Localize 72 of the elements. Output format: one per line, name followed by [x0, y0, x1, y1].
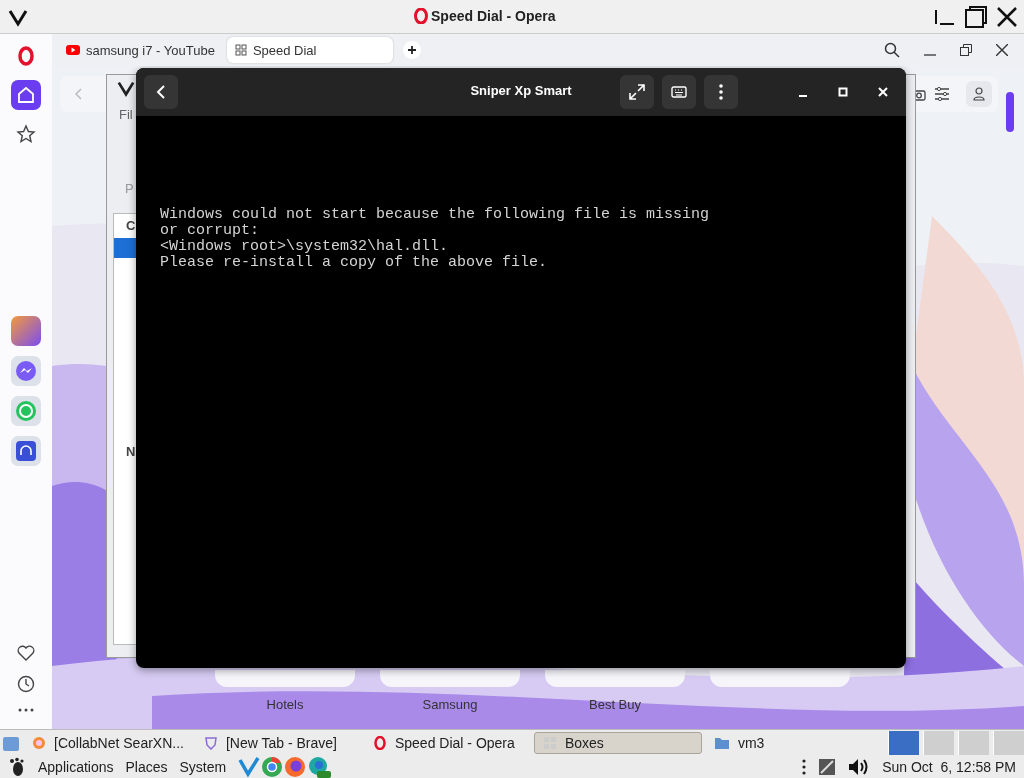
window-title: Sniper Xp Smart	[470, 83, 572, 98]
speed-dial-label[interactable]: Samsung	[422, 697, 478, 712]
firefox-icon[interactable]	[284, 756, 307, 778]
opera-logo-icon[interactable]	[17, 46, 35, 66]
console-text: Windows could not start because the following file is missing	[160, 207, 710, 223]
keyboard-button[interactable]	[662, 75, 696, 109]
close-icon[interactable]	[996, 5, 1018, 28]
plus-icon	[406, 45, 417, 55]
home-icon	[17, 86, 35, 104]
back-icon	[74, 88, 82, 100]
console-text: or corrupt:	[160, 223, 260, 239]
back-button[interactable]	[144, 75, 178, 109]
taskbar-item[interactable]: [CollabNet SearXN...	[24, 731, 192, 754]
play-icon	[66, 45, 80, 55]
more-icon[interactable]	[17, 707, 35, 713]
menu-item[interactable]: Fil	[119, 107, 133, 122]
fullscreen-button[interactable]	[620, 75, 654, 109]
messenger-icon[interactable]	[11, 356, 41, 386]
speed-dial-label[interactable]: Best Buy	[589, 697, 641, 712]
person-icon	[973, 87, 985, 101]
console-text: Please re-install a copy of the above file.	[160, 255, 548, 271]
taskbar-item[interactable]: Speed Dial - Opera	[364, 731, 530, 754]
list-header: C	[126, 218, 136, 233]
network-icon[interactable]	[818, 758, 837, 776]
profile-button[interactable]	[966, 81, 992, 107]
speed-dial-label[interactable]: Hotels	[266, 697, 304, 712]
maximize-icon[interactable]	[838, 87, 848, 97]
close-icon[interactable]	[996, 44, 1008, 56]
panel-menu[interactable]: Places	[125, 759, 168, 775]
panel-menu[interactable]: System	[179, 759, 227, 775]
v-logo-icon	[117, 79, 135, 97]
fullscreen-icon	[629, 84, 645, 100]
speed-dial-tile[interactable]	[545, 670, 685, 687]
gnome-foot-icon[interactable]	[8, 757, 26, 777]
speed-dial-tile[interactable]	[215, 670, 355, 687]
menu-button[interactable]	[704, 75, 738, 109]
window-title: Speed Dial - Opera	[431, 8, 556, 24]
panel-menu[interactable]: Applications	[38, 759, 114, 775]
workspace-button[interactable]	[888, 730, 919, 755]
panel-clock[interactable]: Sun Oct 6, 12:58 PM	[882, 759, 1016, 775]
opera-logo-icon	[372, 735, 387, 750]
keyboard-icon	[671, 86, 687, 98]
new-tab-button[interactable]	[402, 41, 421, 59]
chrome-icon[interactable]	[261, 756, 284, 778]
shield-icon	[203, 735, 218, 750]
more-icon[interactable]	[802, 759, 807, 775]
search-icon[interactable]	[884, 42, 900, 58]
browser-tab[interactable]: Speed Dial	[226, 37, 393, 63]
star-icon[interactable]	[16, 124, 36, 144]
firefox-icon	[32, 735, 46, 750]
speed-dial-tile[interactable]	[380, 670, 520, 687]
console-text: <Windows root>\system32\hal.dll.	[160, 239, 449, 255]
opera-logo-icon	[414, 8, 428, 24]
grid-icon	[234, 44, 247, 56]
sliders-icon[interactable]	[934, 87, 950, 101]
back-icon	[156, 84, 166, 100]
window-text: P	[125, 181, 134, 196]
edge-icon[interactable]	[307, 756, 332, 778]
menu-icon	[719, 84, 723, 100]
taskbar-item[interactable]: vm3	[705, 731, 871, 754]
taskbar-item[interactable]: Boxes	[533, 731, 702, 754]
maximize-icon[interactable]	[964, 4, 988, 29]
restore-icon[interactable]	[960, 44, 972, 56]
speed-dial-tile[interactable]	[710, 670, 850, 687]
heart-icon[interactable]	[17, 645, 35, 661]
vscode-icon[interactable]	[238, 756, 261, 778]
browser-tab[interactable]: samsung i7 - YouTube	[58, 37, 223, 63]
clock-icon[interactable]	[17, 675, 35, 693]
taskbar-item[interactable]: [New Tab - Brave]	[195, 731, 361, 754]
folder-icon	[713, 735, 730, 750]
list-header: N	[126, 444, 136, 459]
home-button[interactable]	[11, 80, 41, 110]
